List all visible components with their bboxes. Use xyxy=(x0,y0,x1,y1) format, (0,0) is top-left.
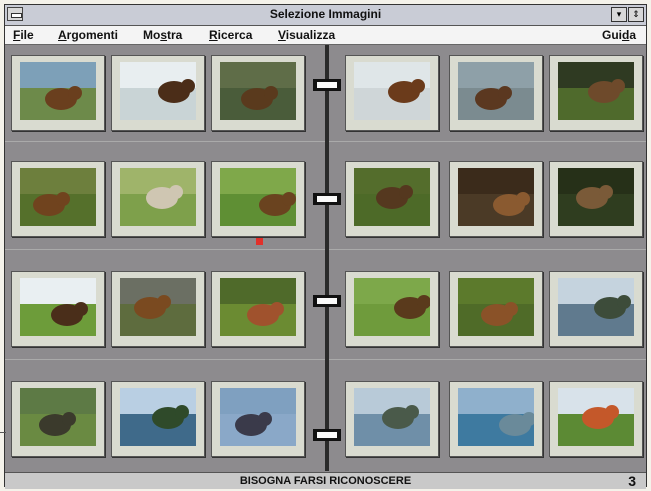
title-bar[interactable]: Selezione Immagini ▾ ⇕ xyxy=(5,5,646,26)
thumbnail-image xyxy=(558,62,634,120)
minimize-button[interactable]: ▾ xyxy=(611,7,627,22)
thumbnail[interactable] xyxy=(11,271,105,347)
thumbnail[interactable] xyxy=(11,55,105,131)
thumbnail-image xyxy=(20,62,96,120)
thumbnail-image xyxy=(458,278,534,336)
edge-line xyxy=(0,432,6,433)
thumbnail[interactable] xyxy=(549,161,643,237)
thumbnail[interactable] xyxy=(549,381,643,457)
thumbnail[interactable] xyxy=(345,55,439,131)
thumbnail-image xyxy=(220,168,296,226)
thumbnail[interactable] xyxy=(449,55,543,131)
window-title: Selezione Immagini xyxy=(269,7,382,21)
thumbnail[interactable] xyxy=(549,271,643,347)
thumbnail[interactable] xyxy=(211,381,305,457)
thumbnail[interactable] xyxy=(11,161,105,237)
thumbnail[interactable] xyxy=(345,161,439,237)
thumbnail-image xyxy=(354,388,430,446)
thumbnail-image xyxy=(220,62,296,120)
thumbnail-gallery xyxy=(5,45,646,471)
thumbnail[interactable] xyxy=(111,161,205,237)
thumbnail-image xyxy=(558,168,634,226)
thumbnail[interactable] xyxy=(211,161,305,237)
restore-button[interactable]: ⇕ xyxy=(628,7,644,22)
page-connector xyxy=(313,193,341,205)
thumbnail-image xyxy=(220,388,296,446)
thumbnail[interactable] xyxy=(449,271,543,347)
thumbnail[interactable] xyxy=(345,271,439,347)
thumbnail[interactable] xyxy=(11,381,105,457)
page-divider xyxy=(325,45,329,471)
page-connector xyxy=(313,429,341,441)
thumbnail[interactable] xyxy=(449,161,543,237)
thumbnail-image xyxy=(120,388,196,446)
thumbnail[interactable] xyxy=(111,271,205,347)
status-text: BISOGNA FARSI RICONOSCERE xyxy=(239,475,412,487)
thumbnail-image xyxy=(458,388,534,446)
menu-file[interactable]: File xyxy=(13,28,34,42)
page-connector xyxy=(313,79,341,91)
selection-marker xyxy=(256,238,263,245)
menu-bar: File Argomenti Mostra Ricerca Visualizza… xyxy=(5,26,646,45)
thumbnail-image xyxy=(20,168,96,226)
thumbnail[interactable] xyxy=(449,381,543,457)
thumbnail-image xyxy=(120,168,196,226)
thumbnail-image xyxy=(220,278,296,336)
menu-visualizza[interactable]: Visualizza xyxy=(278,28,335,42)
thumbnail-image xyxy=(354,278,430,336)
menu-mostra[interactable]: Mostra xyxy=(143,28,182,42)
menu-ricerca[interactable]: Ricerca xyxy=(209,28,252,42)
thumbnail-image xyxy=(20,278,96,336)
thumbnail-image xyxy=(458,62,534,120)
thumbnail[interactable] xyxy=(549,55,643,131)
thumbnail[interactable] xyxy=(211,271,305,347)
menu-argomenti[interactable]: Argomenti xyxy=(58,28,118,42)
page-number: 3 xyxy=(628,473,636,489)
thumbnail-image xyxy=(120,62,196,120)
thumbnail-image xyxy=(20,388,96,446)
thumbnail[interactable] xyxy=(111,381,205,457)
thumbnail[interactable] xyxy=(111,55,205,131)
thumbnail[interactable] xyxy=(211,55,305,131)
thumbnail-image xyxy=(120,278,196,336)
thumbnail-image xyxy=(558,278,634,336)
app-window: Selezione Immagini ▾ ⇕ File Argomenti Mo… xyxy=(4,4,647,489)
thumbnail-image xyxy=(354,62,430,120)
thumbnail-image xyxy=(558,388,634,446)
thumbnail-image xyxy=(458,168,534,226)
thumbnail-image xyxy=(354,168,430,226)
status-bar: BISOGNA FARSI RICONOSCERE 3 xyxy=(5,472,646,489)
menu-guida[interactable]: Guida xyxy=(602,28,636,42)
page-connector xyxy=(313,295,341,307)
thumbnail[interactable] xyxy=(345,381,439,457)
